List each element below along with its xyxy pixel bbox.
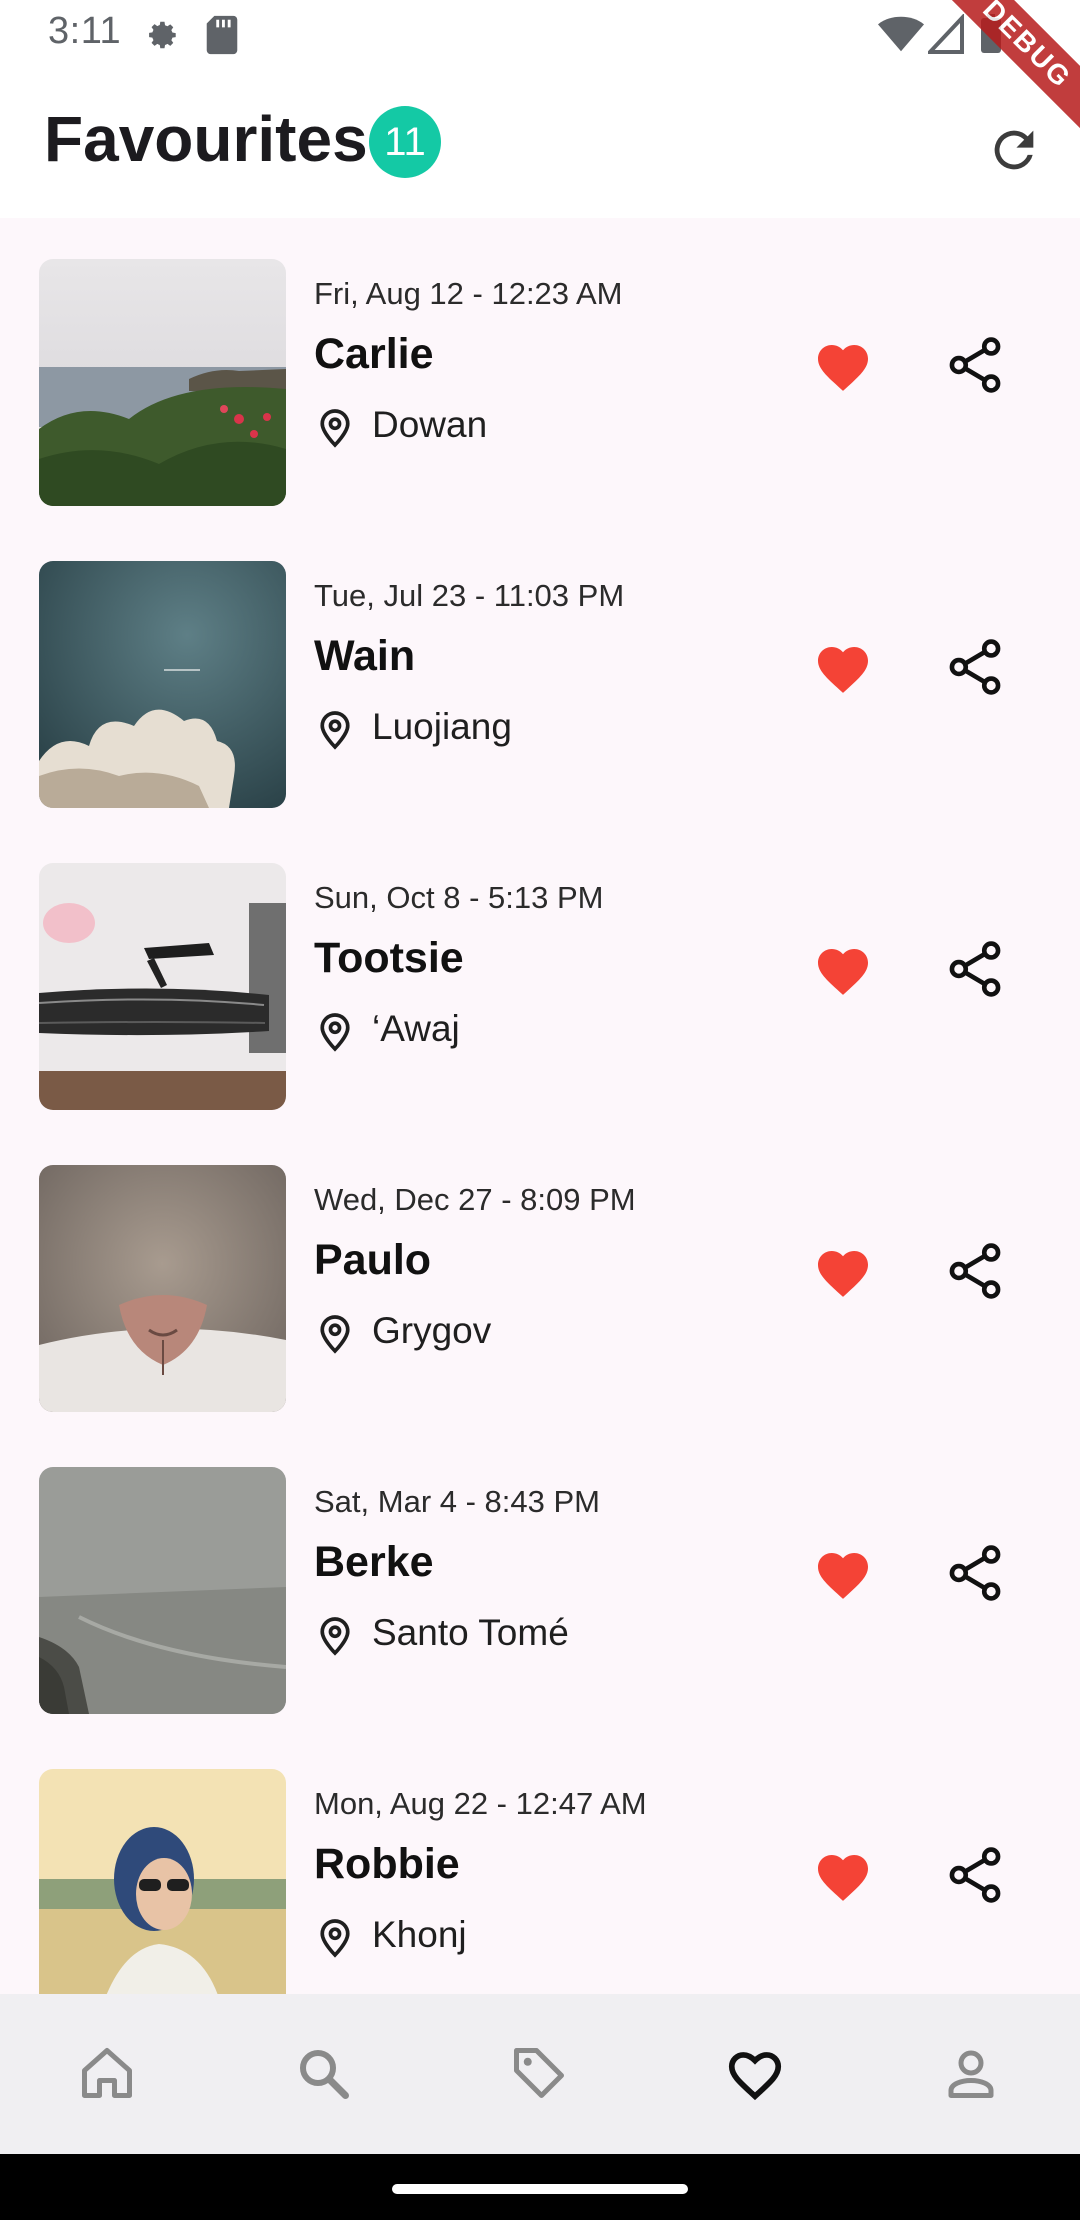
list-item[interactable]: Fri, Aug 12 - 12:23 AM Carlie Dowan [0,218,1080,520]
favourite-button[interactable] [808,1538,878,1608]
heart-filled-icon [818,949,868,995]
record-player-photo [39,863,286,1110]
share-icon [949,1243,1001,1299]
share-icon [949,941,1001,997]
home-icon [82,2048,132,2098]
bottom-navigation [0,1994,1080,2154]
item-location: Santo Tomé [372,1612,569,1653]
location-pin-icon [318,710,352,755]
app-header: Favourites 11 [0,68,1080,218]
list-item[interactable]: Sat, Mar 4 - 8:43 PM Berke Santo Tomé [0,1426,1080,1728]
list-item[interactable]: Tue, Jul 23 - 11:03 PM Wain Luojiang [0,520,1080,822]
location-pin-icon [318,1616,352,1661]
favourite-button[interactable] [808,330,878,400]
cat-nose-photo [39,1165,286,1412]
search-icon [300,2050,349,2099]
signal-icon [925,12,964,59]
share-button[interactable] [940,1538,1010,1608]
item-name: Paulo [314,1236,432,1284]
share-icon [949,1545,1001,1601]
cloud-sky-photo [39,561,286,808]
item-date: Wed, Dec 27 - 8:09 PM [314,1182,636,1217]
tag-icon [514,2048,564,2098]
item-date: Sat, Mar 4 - 8:43 PM [314,1484,600,1519]
nav-favourites[interactable] [710,2028,800,2118]
item-location: Khonj [372,1914,467,1955]
nav-profile[interactable] [926,2028,1016,2118]
location-pin-icon [318,1314,352,1359]
system-gesture-bar [0,2154,1080,2220]
list-item[interactable]: Sun, Oct 8 - 5:13 PM Tootsie ‘Awaj [0,822,1080,1124]
heart-outline-icon [728,2052,782,2101]
share-icon [949,1847,1001,1903]
nav-home[interactable] [62,2028,152,2118]
location-pin-icon [318,1918,352,1963]
heart-filled-icon [818,1855,868,1901]
status-time: 3:11 [48,10,122,52]
item-location: ‘Awaj [372,1008,460,1049]
status-bar: 3:11 [0,0,1080,68]
item-date: Sun, Oct 8 - 5:13 PM [314,880,604,915]
item-name: Berke [314,1538,434,1586]
item-name: Robbie [314,1840,460,1888]
favourites-list[interactable]: Fri, Aug 12 - 12:23 AM Carlie Dowan Tue,… [0,218,1080,1994]
item-name: Wain [314,632,416,680]
list-item[interactable]: Wed, Dec 27 - 8:09 PM Paulo Grygov [0,1124,1080,1426]
item-name: Carlie [314,330,434,378]
share-icon [949,337,1001,393]
share-button[interactable] [940,632,1010,702]
woman-sunglasses-photo [39,1769,286,1994]
location-pin-icon [318,1012,352,1057]
share-icon [949,639,1001,695]
share-button[interactable] [940,934,1010,1004]
coastline-photo [39,259,286,506]
location-pin-icon [318,408,352,453]
home-gesture-handle[interactable] [392,2184,688,2194]
favourite-button[interactable] [808,934,878,1004]
heart-filled-icon [818,1251,868,1297]
heart-filled-icon [818,1553,868,1599]
favourites-count-badge: 11 [369,106,441,178]
person-icon [948,2050,994,2098]
favourite-button[interactable] [808,632,878,702]
share-button[interactable] [940,1236,1010,1306]
item-date: Mon, Aug 22 - 12:47 AM [314,1786,647,1821]
refresh-icon [994,130,1034,170]
nav-tags[interactable] [494,2028,584,2118]
favourite-button[interactable] [808,1236,878,1306]
page-title: Favourites [44,103,368,175]
share-button[interactable] [940,1840,1010,1910]
heart-filled-icon [818,345,868,391]
item-name: Tootsie [314,934,464,982]
list-item[interactable]: Mon, Aug 22 - 12:47 AM Robbie Khonj [0,1728,1080,1994]
favourite-button[interactable] [808,1840,878,1910]
wifi-icon [878,14,924,59]
refresh-button[interactable] [978,114,1050,186]
foggy-beach-photo [39,1467,286,1714]
heart-filled-icon [818,647,868,693]
nav-search[interactable] [278,2028,368,2118]
share-button[interactable] [940,330,1010,400]
item-location: Dowan [372,404,488,445]
item-location: Luojiang [372,706,512,747]
item-date: Tue, Jul 23 - 11:03 PM [314,578,625,613]
settings-gear-icon [140,14,182,61]
item-location: Grygov [372,1310,492,1351]
item-date: Fri, Aug 12 - 12:23 AM [314,276,623,311]
sd-card-icon [204,14,240,61]
